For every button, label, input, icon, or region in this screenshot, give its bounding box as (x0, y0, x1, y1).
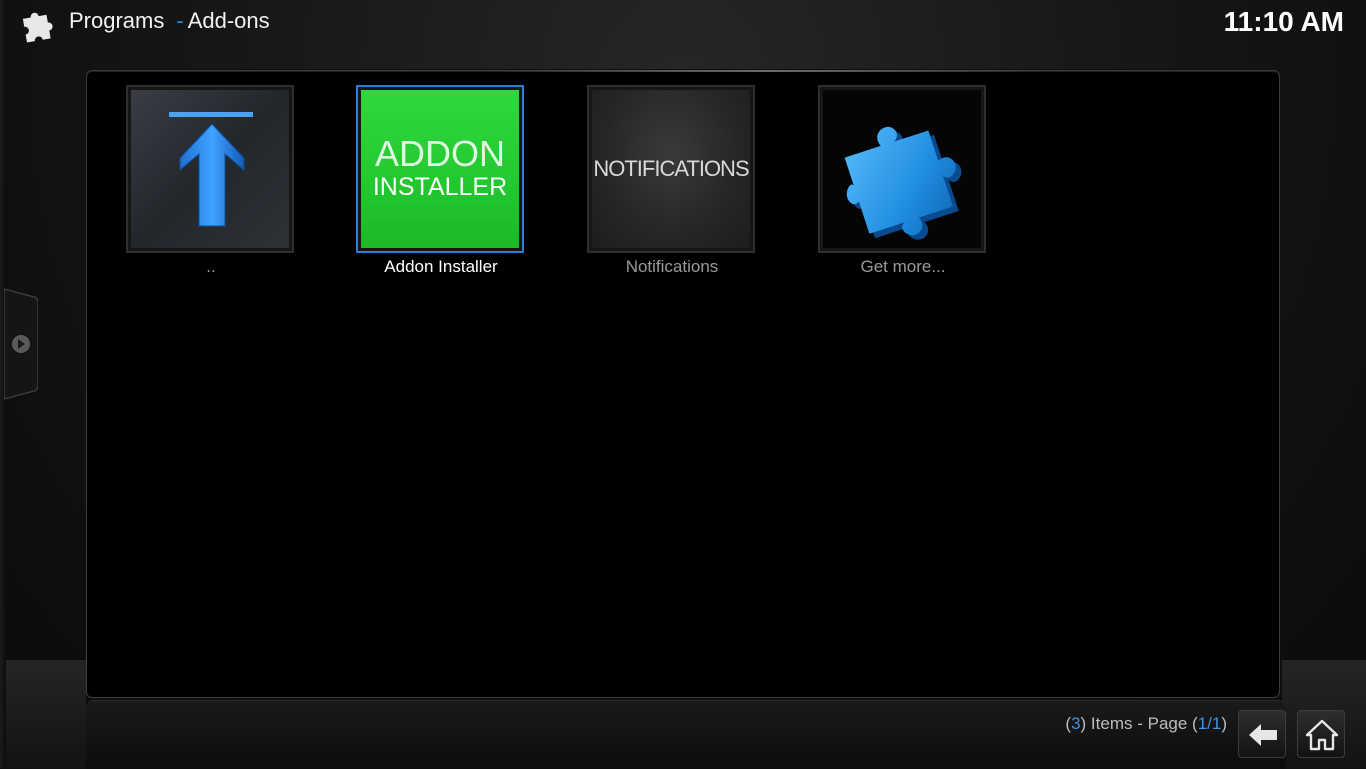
notifications-thumb: NOTIFICATIONS (592, 90, 750, 248)
item-thumbnail (126, 85, 294, 253)
home-button[interactable] (1297, 710, 1345, 758)
panel-highlight (487, 70, 1047, 72)
page-info: (3) Items - Page (1/1) (1065, 714, 1227, 734)
clock: 11:10 AM (1223, 6, 1344, 37)
list-item-notifications[interactable]: NOTIFICATIONS Notifications (587, 85, 759, 277)
item-count: 3 (1071, 714, 1081, 733)
item-label: Get more... (860, 257, 946, 276)
item-thumbnail: NOTIFICATIONS (587, 85, 755, 253)
item-thumbnail: ADDON INSTALLER (356, 85, 524, 253)
page-number: 1/1 (1197, 714, 1222, 733)
breadcrumb-title: Programs (69, 8, 165, 33)
thumb-text-line2: INSTALLER (372, 173, 508, 201)
home-icon (1305, 719, 1339, 751)
side-menu-tab[interactable] (4, 285, 38, 403)
content-panel: .. ADDON INSTALLER Addon Installer NOTIF… (86, 70, 1280, 698)
list-item-get-more[interactable]: Get more... (818, 85, 990, 277)
item-label: Addon Installer (384, 257, 498, 276)
parent-folder-up-arrow-icon (169, 112, 253, 227)
back-button[interactable] (1238, 710, 1286, 758)
item-thumbnail (818, 85, 986, 253)
addon-installer-thumb: ADDON INSTALLER (361, 90, 519, 248)
list-item-addon-installer[interactable]: ADDON INSTALLER Addon Installer (356, 85, 528, 277)
page-info-text: ) Items - Page ( (1080, 714, 1198, 733)
bottom-shade-left (6, 660, 86, 768)
breadcrumb: Programs - Add-ons (69, 8, 270, 34)
puzzle-icon (22, 12, 53, 43)
thumb-text-line1: ADDON (374, 133, 505, 174)
breadcrumb-separator: - (176, 8, 184, 33)
breadcrumb-subtitle: Add-ons (187, 8, 270, 33)
back-arrow-icon (1249, 724, 1277, 746)
item-label: .. (206, 257, 216, 276)
item-label: Notifications (625, 257, 719, 276)
thumb-text: NOTIFICATIONS (593, 156, 749, 181)
list-item-parent[interactable]: .. (126, 85, 298, 277)
header: Programs - Add-ons 11:10 AM (0, 0, 1366, 50)
puzzle-piece-icon (844, 126, 962, 240)
bottom-bar (86, 700, 1286, 769)
page-info-paren-close: ) (1221, 714, 1227, 733)
